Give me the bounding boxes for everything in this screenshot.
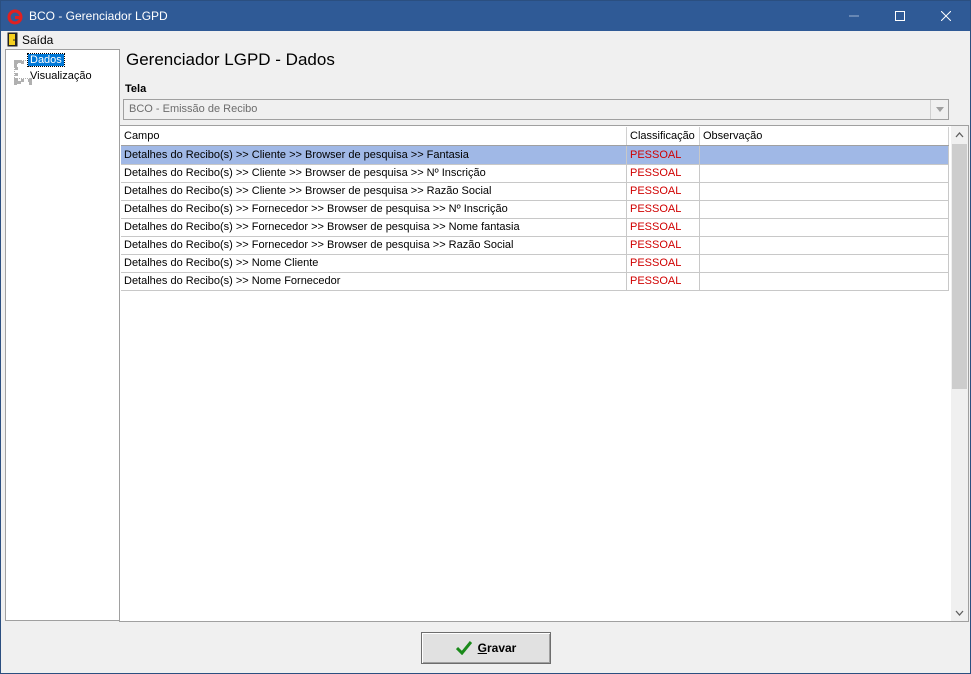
column-header-observacao[interactable]: Observação (700, 127, 949, 145)
cell-classificacao[interactable]: PESSOAL (627, 218, 700, 236)
cell-classificacao[interactable]: PESSOAL (627, 182, 700, 200)
minimize-button[interactable] (831, 1, 877, 31)
dropdown-arrow-button[interactable] (930, 100, 948, 119)
maximize-icon (895, 11, 905, 21)
cell-campo[interactable]: Detalhes do Recibo(s) >> Cliente >> Brow… (121, 146, 627, 164)
cell-observacao[interactable] (700, 200, 949, 218)
cell-campo[interactable]: Detalhes do Recibo(s) >> Cliente >> Brow… (121, 182, 627, 200)
table-row[interactable]: Detalhes do Recibo(s) >> Cliente >> Brow… (121, 146, 949, 165)
cell-campo[interactable]: Detalhes do Recibo(s) >> Cliente >> Brow… (121, 164, 627, 182)
tree-item-dados[interactable]: Dados (27, 53, 65, 67)
chevron-up-icon (955, 131, 964, 137)
table-row[interactable]: Detalhes do Recibo(s) >> Nome Fornecedor… (121, 272, 949, 291)
tela-select[interactable]: BCO - Emissão de Recibo (123, 99, 949, 120)
cell-campo[interactable]: Detalhes do Recibo(s) >> Fornecedor >> B… (121, 200, 627, 218)
cell-observacao[interactable] (700, 236, 949, 254)
cell-classificacao[interactable]: PESSOAL (627, 146, 700, 164)
minimize-icon (849, 15, 859, 17)
cell-observacao[interactable] (700, 164, 949, 182)
page-title: Gerenciador LGPD - Dados (126, 50, 335, 69)
column-header-classificacao[interactable]: Classificação (627, 127, 700, 145)
table-row[interactable]: Detalhes do Recibo(s) >> Cliente >> Brow… (121, 164, 949, 183)
title-bar[interactable]: BCO - Gerenciador LGPD (1, 1, 970, 31)
exit-icon[interactable] (7, 32, 18, 47)
window-title: BCO - Gerenciador LGPD (29, 9, 168, 23)
tree-item-visualizacao[interactable]: Visualização (28, 70, 94, 82)
cell-campo[interactable]: Detalhes do Recibo(s) >> Nome Fornecedor (121, 272, 627, 290)
table-row[interactable]: Detalhes do Recibo(s) >> Fornecedor >> B… (121, 200, 949, 219)
grid-header: Campo Classificação Observação (121, 127, 949, 146)
fields-grid: Campo Classificação Observação Detalhes … (119, 125, 969, 622)
cell-observacao[interactable] (700, 146, 949, 164)
chevron-down-icon (935, 107, 944, 112)
scroll-down-button[interactable] (951, 604, 968, 621)
close-button[interactable] (923, 1, 969, 31)
cell-campo[interactable]: Detalhes do Recibo(s) >> Nome Cliente (121, 254, 627, 272)
cell-observacao[interactable] (700, 272, 949, 290)
scroll-up-button[interactable] (951, 126, 968, 143)
table-row[interactable]: Detalhes do Recibo(s) >> Cliente >> Brow… (121, 182, 949, 201)
vertical-scrollbar[interactable] (951, 126, 968, 621)
cell-classificacao[interactable]: PESSOAL (627, 164, 700, 182)
cell-observacao[interactable] (700, 182, 949, 200)
cell-classificacao[interactable]: PESSOAL (627, 272, 700, 290)
table-row[interactable]: Detalhes do Recibo(s) >> Nome Cliente PES… (121, 254, 949, 273)
cell-campo[interactable]: Detalhes do Recibo(s) >> Fornecedor >> B… (121, 218, 627, 236)
scroll-thumb[interactable] (952, 144, 967, 389)
chevron-down-icon (955, 610, 964, 616)
tela-label: Tela (125, 83, 147, 95)
cell-campo[interactable]: Detalhes do Recibo(s) >> Fornecedor >> B… (121, 236, 627, 254)
column-header-campo[interactable]: Campo (121, 127, 627, 145)
cell-observacao[interactable] (700, 218, 949, 236)
table-row[interactable]: Detalhes do Recibo(s) >> Fornecedor >> B… (121, 218, 949, 237)
checkmark-icon (455, 641, 472, 655)
cell-classificacao[interactable]: PESSOAL (627, 254, 700, 272)
cell-classificacao[interactable]: PESSOAL (627, 200, 700, 218)
menu-bar: Saída (1, 31, 970, 49)
close-icon (941, 11, 951, 21)
maximize-button[interactable] (877, 1, 923, 31)
save-button-label: Gravar (477, 641, 517, 655)
cell-classificacao[interactable]: PESSOAL (627, 236, 700, 254)
app-logo-icon (7, 9, 23, 25)
menu-item-saida[interactable]: Saída (22, 33, 53, 47)
navigation-tree: Dados Visualização (5, 49, 120, 621)
cell-observacao[interactable] (700, 254, 949, 272)
save-button[interactable]: Gravar (421, 632, 551, 664)
tela-select-value: BCO - Emissão de Recibo (129, 103, 258, 115)
table-row[interactable]: Detalhes do Recibo(s) >> Fornecedor >> B… (121, 236, 949, 255)
main-window: BCO - Gerenciador LGPD Saída Dados Visua… (0, 0, 971, 674)
